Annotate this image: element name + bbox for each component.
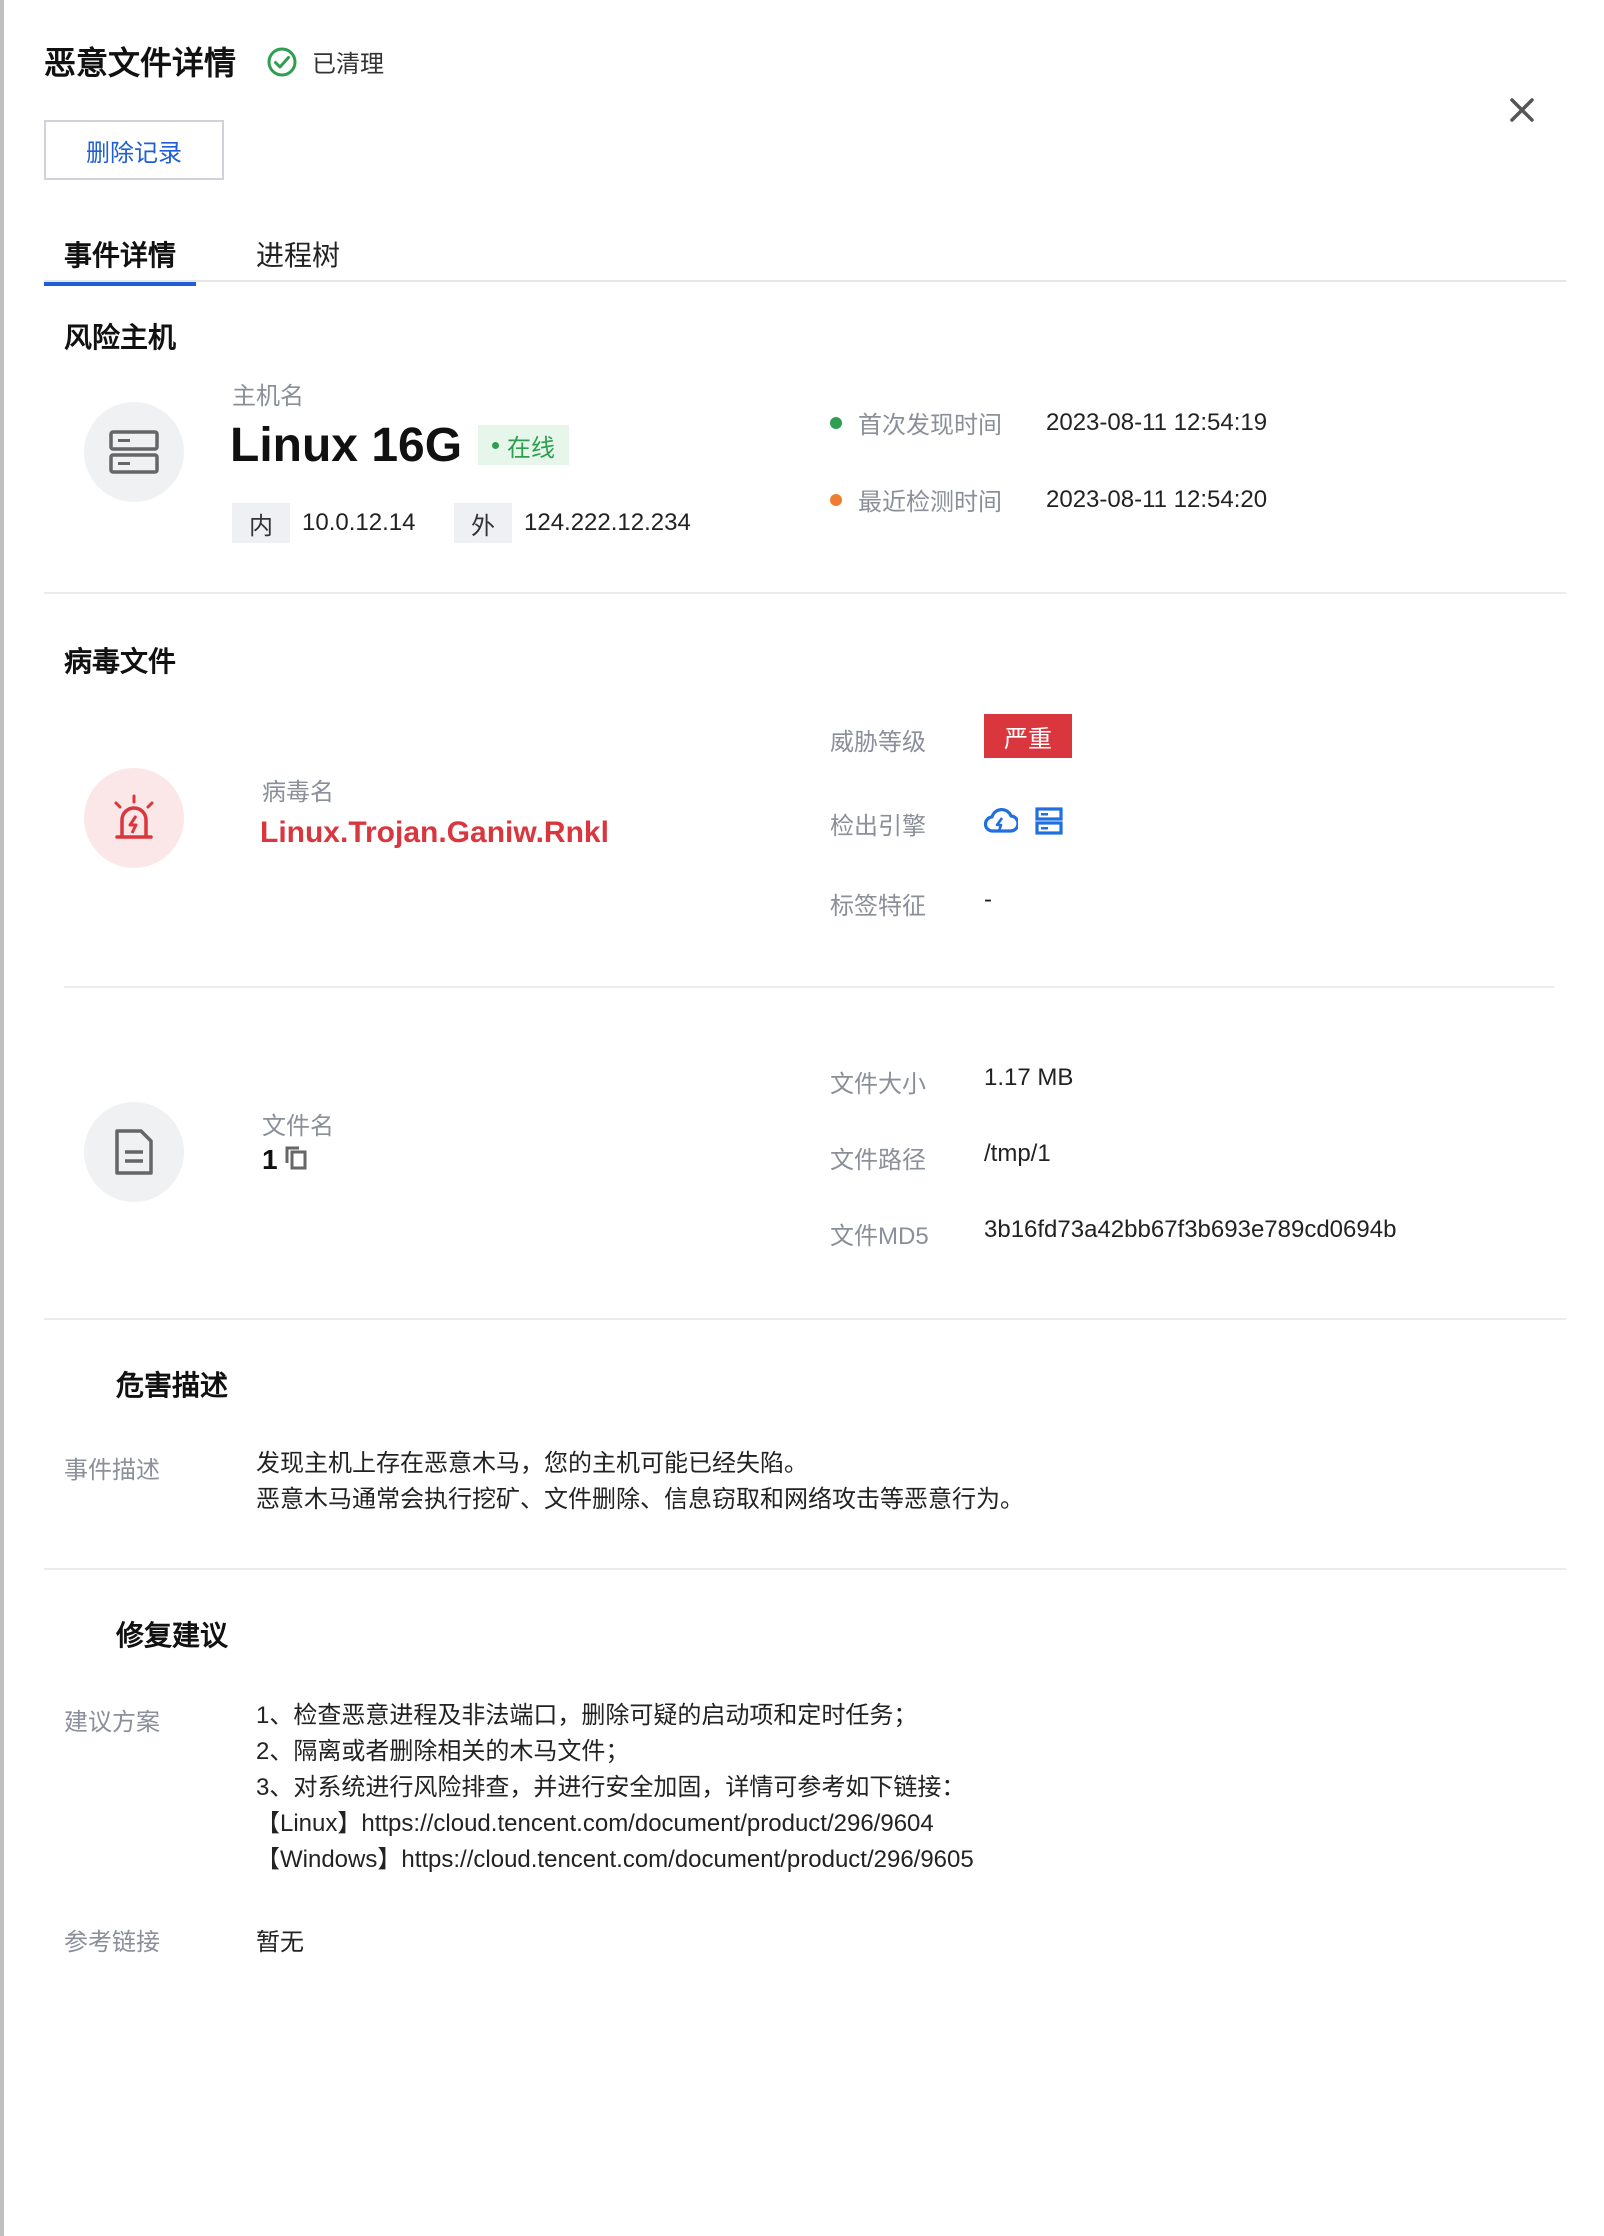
file-md5: 3b16fd73a42bb67f3b693e789cd0694b: [984, 1216, 1397, 1243]
server-icon: [84, 402, 184, 502]
ref-link-label: 参考链接: [64, 1929, 160, 1956]
fix-plan-label: 建议方案: [64, 1709, 160, 1736]
divider: [44, 592, 1566, 594]
file-name-label: 文件名: [262, 1113, 334, 1140]
alarm-icon: [84, 768, 184, 868]
last-detect-dot: [830, 493, 842, 506]
fix-plan: 1、检查恶意进程及非法端口，删除可疑的启动项和定时任务； 2、隔离或者删除相关的…: [256, 1698, 974, 1878]
online-badge: 在线: [478, 425, 569, 465]
hostname-label: 主机名: [232, 383, 304, 410]
tab-bar: 事件详情 进程树: [43, 220, 1566, 286]
cloud-engine-icon[interactable]: [983, 806, 1020, 841]
linux-doc-link[interactable]: 【Linux】https://cloud.tencent.com/documen…: [256, 1806, 974, 1842]
first-found-label: 首次发现时间: [858, 412, 1002, 439]
file-path: /tmp/1: [984, 1140, 1051, 1167]
tab-process-tree[interactable]: 进程树: [256, 234, 340, 274]
last-detect-row: 最近检测时间 2023-08-11 12:54:20: [830, 482, 1267, 517]
threat-level-label: 威胁等级: [830, 729, 926, 756]
status-indicator: 已清理: [266, 44, 384, 79]
outer-ip-key: 外: [454, 503, 512, 543]
status-label: 已清理: [312, 51, 384, 78]
file-size-label: 文件大小: [830, 1071, 926, 1098]
event-desc-line: 恶意木马通常会执行挖矿、文件删除、信息窃取和网络攻击等恶意行为。: [256, 1486, 1024, 1513]
event-desc-line: 发现主机上存在恶意木马，您的主机可能已经失陷。: [256, 1450, 808, 1477]
threat-level-badge: 严重: [984, 714, 1072, 758]
first-found-row: 首次发现时间 2023-08-11 12:54:19: [830, 405, 1267, 440]
event-desc: 发现主机上存在恶意木马，您的主机可能已经失陷。 恶意木马通常会执行挖矿、文件删除…: [256, 1446, 1024, 1518]
section-title-harm: 危害描述: [116, 1370, 229, 1401]
virus-name-label: 病毒名: [262, 779, 334, 806]
inner-ip-key: 内: [232, 503, 290, 543]
divider: [44, 1318, 1566, 1320]
engine-label: 检出引擎: [830, 813, 926, 840]
section-title-fix: 修复建议: [116, 1620, 229, 1651]
host-engine-icon[interactable]: [1034, 806, 1064, 841]
close-icon[interactable]: [1504, 92, 1540, 128]
check-circle-icon: [266, 46, 298, 78]
left-edge: [0, 0, 4, 2236]
delete-record-button[interactable]: 删除记录: [44, 120, 224, 180]
first-found-time: 2023-08-11 12:54:19: [1046, 408, 1268, 436]
fix-plan-line: 2、隔离或者删除相关的木马文件；: [256, 1738, 630, 1765]
last-detect-time: 2023-08-11 12:54:20: [1046, 485, 1268, 513]
inner-ip-value: 10.0.12.14: [302, 509, 416, 536]
file-name-row: 1: [262, 1144, 308, 1176]
file-icon: [84, 1102, 184, 1202]
section-title-virus-file: 病毒文件: [64, 646, 177, 677]
first-found-dot: [830, 416, 842, 429]
fix-plan-line: 3、对系统进行风险排查，并进行安全加固，详情可参考如下链接：: [256, 1774, 966, 1801]
divider: [64, 986, 1554, 988]
tab-event-details[interactable]: 事件详情: [43, 234, 197, 286]
inner-ip: 内 10.0.12.14: [232, 503, 415, 543]
tag-value: -: [984, 886, 992, 913]
ref-link-value: 暂无: [256, 1929, 304, 1956]
engine-icons: [983, 806, 1064, 841]
file-size: 1.17 MB: [984, 1064, 1074, 1091]
file-name: 1: [262, 1144, 278, 1175]
online-dot: [492, 441, 499, 449]
file-path-label: 文件路径: [830, 1147, 926, 1174]
fix-plan-line: 1、检查恶意进程及非法端口，删除可疑的启动项和定时任务；: [256, 1702, 918, 1729]
file-md5-label: 文件MD5: [830, 1223, 929, 1250]
copy-icon[interactable]: [284, 1145, 308, 1176]
outer-ip-value: 124.222.12.234: [524, 509, 691, 536]
hostname: Linux 16G: [230, 419, 463, 472]
section-title-risk-host: 风险主机: [64, 322, 177, 353]
outer-ip: 外 124.222.12.234: [454, 503, 691, 543]
virus-name: Linux.Trojan.Ganiw.Rnkl: [260, 816, 609, 849]
online-label: 在线: [507, 434, 555, 462]
last-detect-label: 最近检测时间: [858, 489, 1002, 516]
drawer-title: 恶意文件详情: [44, 45, 237, 81]
divider: [44, 1568, 1566, 1570]
event-desc-label: 事件描述: [64, 1457, 160, 1484]
tag-label: 标签特征: [830, 893, 926, 920]
windows-doc-link[interactable]: 【Windows】https://cloud.tencent.com/docum…: [256, 1842, 974, 1878]
